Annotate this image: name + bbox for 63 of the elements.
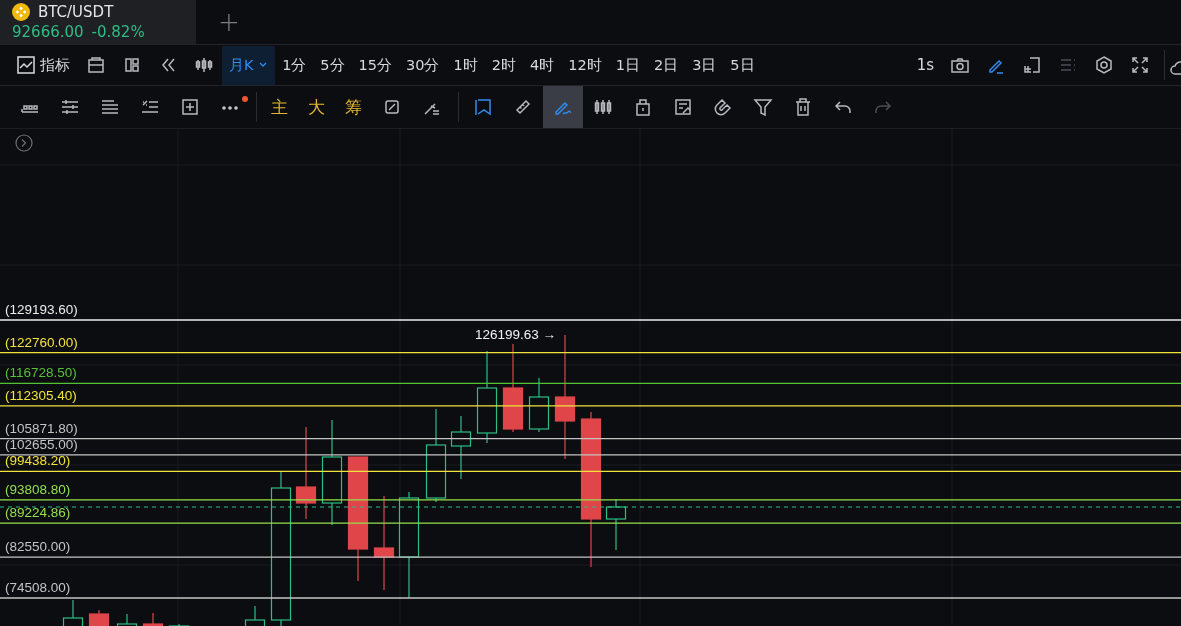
price-level-line[interactable] [0, 382, 1181, 384]
interval-tab[interactable]: 2日 [646, 45, 686, 85]
price-level-label: (93808.80) [5, 481, 71, 497]
symbol-tab[interactable]: BTC/USDT 92666.00 -0.82% [0, 0, 196, 44]
price-level-label: (129193.60) [5, 302, 78, 317]
interval-tab[interactable]: 4时 [522, 45, 562, 85]
interval-tab[interactable]: 5日 [723, 45, 762, 85]
price-level-label: (74508.00) [5, 580, 71, 595]
price-change: -0.82% [91, 23, 145, 41]
coin-logo-icon [12, 3, 30, 21]
add-box-icon[interactable] [180, 97, 200, 117]
overlay-toggle[interactable]: 筹 [335, 95, 372, 119]
panels-icon[interactable] [122, 55, 142, 75]
trash-icon[interactable] [793, 97, 813, 117]
settings-icon[interactable] [1094, 55, 1114, 75]
add-frame-icon[interactable] [1022, 55, 1042, 75]
last-price: 92666.00 [12, 23, 84, 41]
edit-note-icon[interactable] [673, 97, 693, 117]
interval-tab[interactable]: 5分 [313, 45, 352, 85]
price-level-label: (102655.00) [5, 436, 78, 452]
overlay-toggle[interactable]: 主 [261, 95, 298, 119]
price-level-label: (116728.50) [5, 365, 77, 381]
interval-tab[interactable]: 月K [222, 45, 276, 85]
interval-tab[interactable]: 12时 [561, 45, 609, 85]
parallel-lines-icon[interactable] [100, 97, 120, 117]
interval-tab[interactable]: 1时 [446, 45, 485, 85]
interval-tab[interactable]: 30分 [399, 45, 447, 85]
draw-tool-icon[interactable] [543, 86, 583, 128]
expand-icon[interactable] [15, 134, 33, 152]
filter-icon[interactable] [753, 97, 773, 117]
candlestick [142, 612, 164, 626]
price-level-label: (105871.80) [5, 420, 78, 436]
price-level-label: (122760.00) [5, 334, 78, 350]
interval-tab[interactable]: 3日 [685, 45, 724, 85]
interval-tab[interactable]: 2时 [484, 45, 523, 85]
price-level-line[interactable] [0, 437, 1181, 440]
candlestick [605, 498, 627, 551]
candlestick [528, 377, 550, 433]
layout-icon[interactable] [86, 55, 106, 75]
ruler-icon[interactable] [513, 97, 533, 117]
price-level-label: (89224.86) [5, 505, 71, 521]
fullscreen-icon[interactable] [1130, 55, 1150, 75]
realtime-button[interactable]: 1s [908, 56, 942, 74]
price-level-label: (82550.00) [5, 539, 71, 555]
magnet-icon[interactable] [713, 97, 733, 117]
camera-icon[interactable] [950, 55, 970, 75]
bookmark-icon[interactable] [473, 97, 493, 117]
interval-tab[interactable]: 1分 [275, 45, 314, 85]
add-tab-button[interactable]: + [206, 0, 252, 44]
price-level-label: (99438.20) [5, 453, 71, 469]
candles-icon[interactable] [593, 97, 613, 117]
candlestick [450, 415, 472, 480]
price-level-label: (112305.40) [5, 387, 77, 403]
interval-tab[interactable]: 15分 [351, 45, 400, 85]
interval-tab[interactable]: 1日 [608, 45, 647, 85]
overlay-toggle[interactable]: 大 [298, 95, 335, 119]
symbol-name: BTC/USDT [38, 3, 114, 21]
sliders-icon[interactable] [60, 97, 80, 117]
chart-icon [16, 55, 36, 75]
candlestick [88, 609, 110, 626]
peak-price-label: 126199.63 → [475, 327, 557, 342]
lock-icon[interactable] [633, 97, 653, 117]
indicators-button[interactable]: 指标 [12, 55, 78, 75]
